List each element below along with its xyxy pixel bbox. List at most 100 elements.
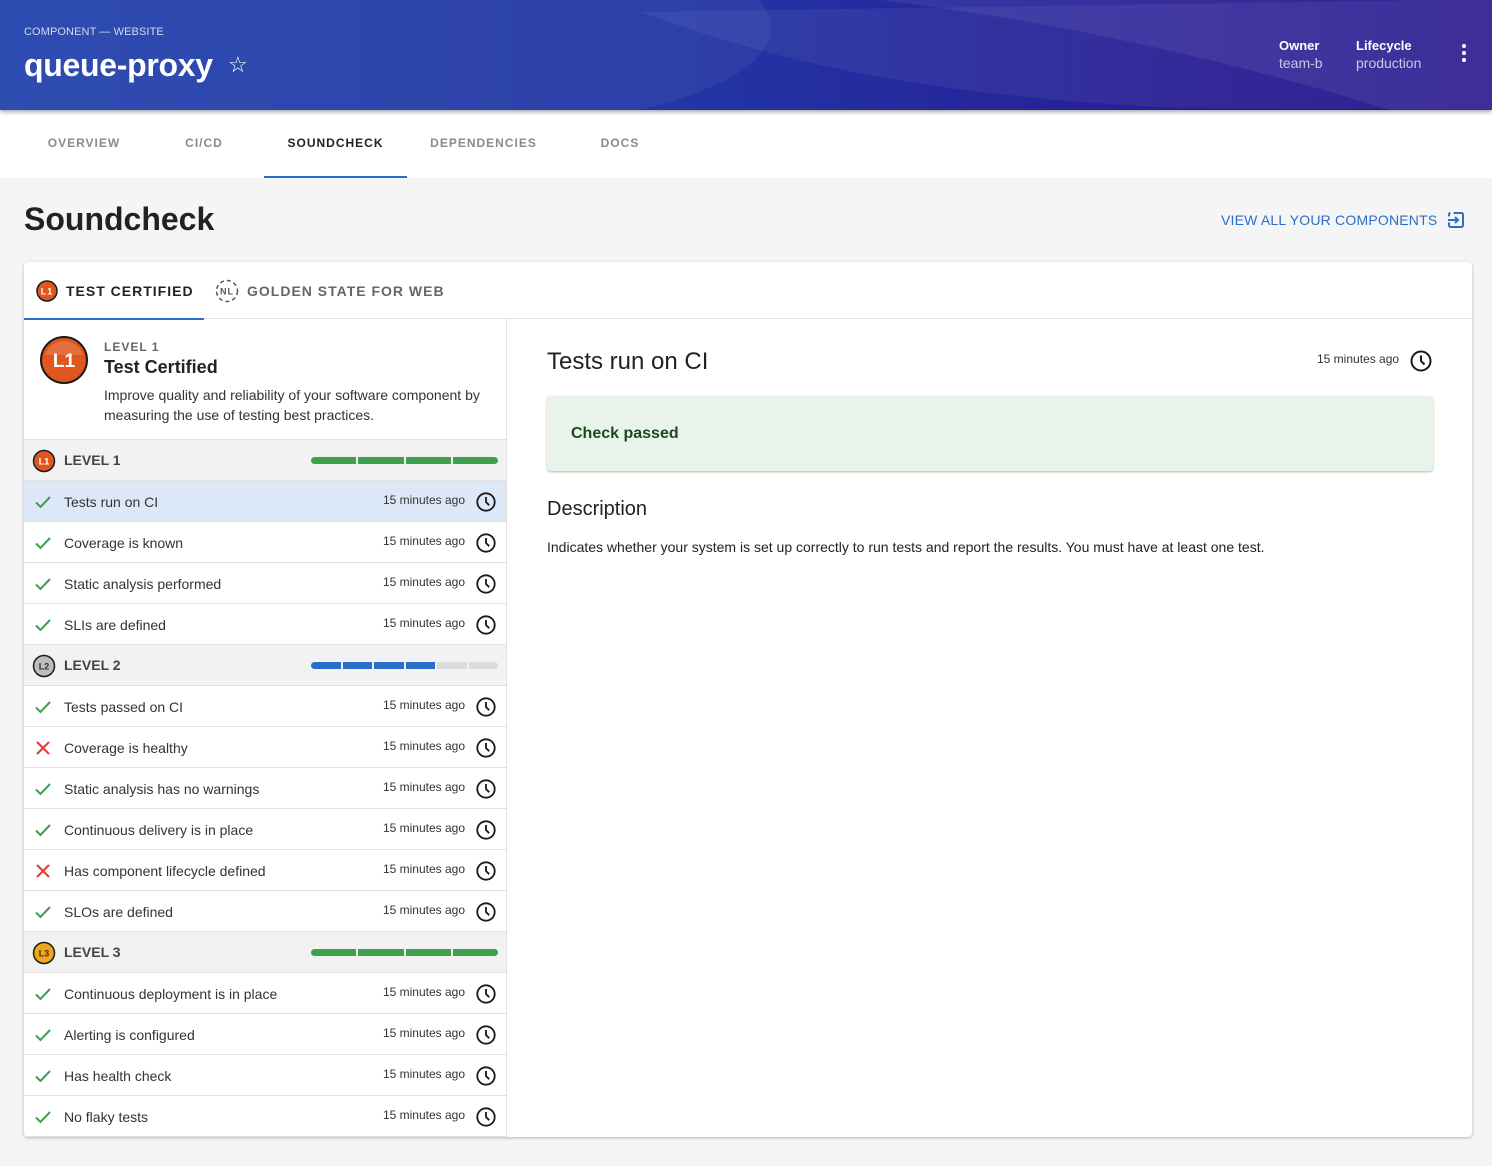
component-header: COMPONENT — WEBSITE queue-proxy ☆ Owner … [0,0,1492,110]
owner-value[interactable]: team-b [1279,55,1323,71]
no-level-badge-icon: NL [215,279,239,302]
track-tab-golden-state[interactable]: NL GOLDEN STATE FOR WEB [215,262,455,319]
check-row[interactable]: Has component lifecycle defined 15 minute… [24,850,506,891]
check-row[interactable]: Tests passed on CI 15 minutes ago [24,686,506,727]
check-row[interactable]: Coverage is known 15 minutes ago [24,522,506,563]
clock-icon[interactable] [475,696,497,718]
svg-text:L2: L2 [39,662,50,672]
check-fail-icon [36,864,50,878]
breadcrumb-kind: COMPONENT — WEBSITE [24,26,164,38]
check-name: No flaky tests [64,1109,149,1125]
check-row[interactable]: Static analysis performed 15 minutes ago [24,563,506,604]
check-time: 15 minutes ago [382,739,465,753]
clock-icon[interactable] [475,1106,497,1128]
clock-icon[interactable] [475,983,497,1005]
tab-cicd[interactable]: CI/CD [144,110,264,178]
owner-info: Owner team-b [1279,38,1323,71]
check-time: 15 minutes ago [382,1067,465,1081]
check-time: 15 minutes ago [382,1026,465,1040]
check-time: 15 minutes ago [382,493,465,507]
check-row[interactable]: Coverage is healthy 15 minutes ago [24,727,506,768]
progress-segment-filled [311,949,357,956]
level-1-badge-icon: L1 [36,279,58,302]
track-intro: L1 LEVEL 1 Test Certified Improve qualit… [24,319,506,440]
check-row[interactable]: Continuous delivery is in place 15 minute… [24,809,506,850]
check-row[interactable]: Has health check 15 minutes ago [24,1055,506,1096]
check-row[interactable]: Tests run on CI 15 minutes ago [24,481,506,522]
clock-icon[interactable] [475,901,497,923]
check-time: 15 minutes ago [382,903,465,917]
progress-segment-filled [342,662,372,669]
check-pass-icon [35,906,51,919]
check-time: 15 minutes ago [382,1108,465,1122]
progress-segment-filled [358,457,404,464]
check-row[interactable]: SLOs are defined 15 minutes ago [24,891,506,932]
tab-overview[interactable]: OVERVIEW [24,110,144,178]
clock-icon[interactable] [475,573,497,595]
view-all-components-link[interactable]: VIEW ALL YOUR COMPONENTS [1221,211,1465,229]
detail-time: 15 minutes ago [1317,352,1400,366]
view-all-label: VIEW ALL YOUR COMPONENTS [1221,212,1438,228]
level-1-large-badge-icon: L1 [40,336,88,384]
tab-dependencies[interactable]: DEPENDENCIES [407,110,560,178]
clock-icon[interactable] [475,778,497,800]
progress-segment-filled [452,949,498,956]
track-tab-test-certified[interactable]: L1 TEST CERTIFIED [24,262,204,320]
kebab-menu-icon[interactable] [1454,44,1474,68]
clock-icon[interactable] [475,860,497,882]
progress-segment-filled [405,949,451,956]
check-name: Continuous deployment is in place [64,986,278,1002]
check-row[interactable]: Continuous deployment is in place 15 minu… [24,973,506,1014]
check-row[interactable]: Static analysis has no warnings 15 minute… [24,768,506,809]
level-header-3[interactable]: L3 LEVEL 3 [24,932,506,973]
check-name: Tests run on CI [64,494,159,510]
check-row[interactable]: No flaky tests 15 minutes ago [24,1096,506,1137]
intro-description: Improve quality and reliability of your … [104,387,480,423]
star-outline-icon[interactable]: ☆ [228,54,248,76]
tab-soundcheck[interactable]: SOUNDCHECK [264,110,407,178]
svg-text:L1: L1 [39,457,50,467]
svg-text:L1: L1 [41,286,54,296]
level-2-badge-icon: L2 [32,654,56,678]
track-label: TEST CERTIFIED [66,282,194,299]
progress-segment-filled [358,949,404,956]
lifecycle-value: production [1356,55,1422,71]
tab-docs[interactable]: DOCS [560,110,680,178]
check-time: 15 minutes ago [382,821,465,835]
soundcheck-card: L1 TEST CERTIFIED NL GOLDEN STATE FOR WE… [24,262,1472,1137]
check-row[interactable]: Alerting is configured 15 minutes ago [24,1014,506,1055]
level-header-1[interactable]: L1 LEVEL 1 [24,440,506,481]
clock-icon[interactable] [475,532,497,554]
check-name: Static analysis has no warnings [64,781,260,797]
levels-list: L1 LEVEL 1 Tests run on CI 15 minutes ago Co… [24,440,506,1137]
level-progress-bar [311,662,498,669]
level-3-badge-icon: L3 [32,941,56,965]
clock-icon[interactable] [475,819,497,841]
clock-icon[interactable] [475,1024,497,1046]
clock-icon[interactable] [475,1065,497,1087]
level-label: LEVEL 2 [64,657,121,673]
level-1-badge-icon: L1 [32,449,56,473]
exit-to-app-icon [1448,212,1465,228]
check-pass-icon [35,1070,51,1083]
clock-icon[interactable] [475,737,497,759]
clock-icon[interactable] [1409,349,1433,373]
check-time: 15 minutes ago [382,985,465,999]
check-name: Has component lifecycle defined [64,863,266,879]
check-name: Static analysis performed [64,576,222,592]
level-header-2[interactable]: L2 LEVEL 2 [24,645,506,686]
clock-icon[interactable] [475,614,497,636]
check-pass-icon [35,496,51,509]
progress-segment-empty [468,662,498,669]
check-time: 15 minutes ago [382,575,465,589]
check-row[interactable]: SLIs are defined 15 minutes ago [24,604,506,645]
check-name: SLIs are defined [64,617,166,633]
check-name: Has health check [64,1068,172,1084]
check-time: 15 minutes ago [382,534,465,548]
level-progress-bar [311,949,498,956]
description-heading: Description [547,498,648,520]
clock-icon[interactable] [475,491,497,513]
check-status-banner: Check passed [547,396,1433,471]
progress-segment-filled [452,457,498,464]
progress-segment-filled [405,457,451,464]
